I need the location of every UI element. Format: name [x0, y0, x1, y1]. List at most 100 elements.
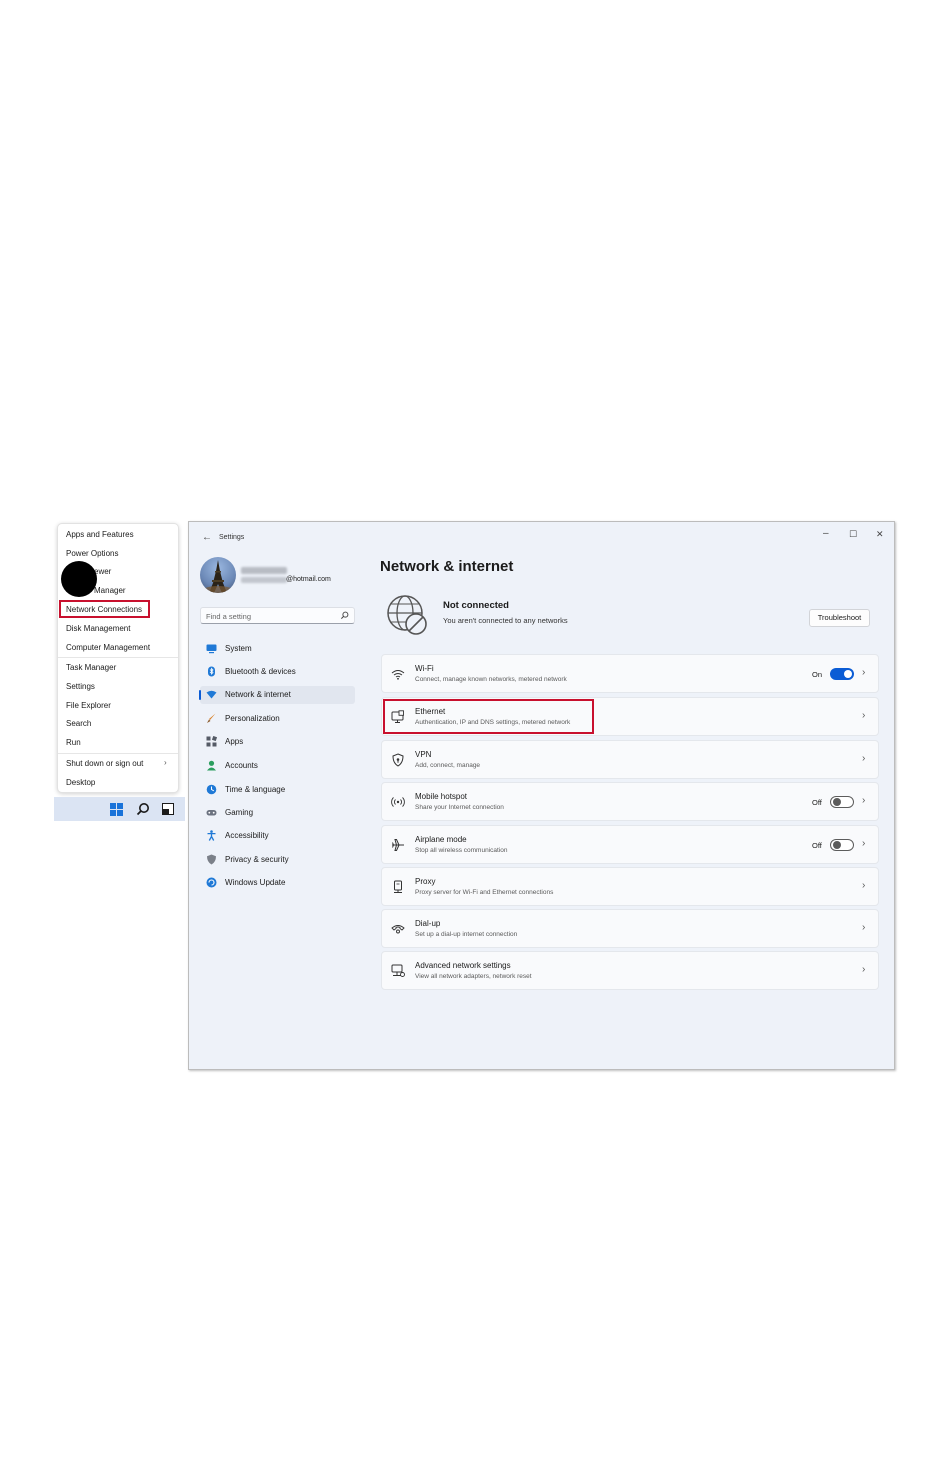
- highlight-box-network-connections: [59, 600, 150, 618]
- vpn-shield-icon: [392, 753, 404, 767]
- nav-label: Time & language: [225, 785, 286, 794]
- apps-icon: [206, 736, 217, 747]
- menu-item-run[interactable]: Run: [66, 737, 81, 749]
- minimize-icon[interactable]: –: [823, 528, 829, 539]
- card-subtitle: Share your Internet connection: [415, 804, 504, 811]
- card-subtitle: Connect, manage known networks, metered …: [415, 676, 567, 683]
- eiffel-tower-photo-icon: [202, 560, 234, 593]
- nav-item-network-internet[interactable]: Network & internet: [199, 686, 355, 704]
- menu-item-power-options[interactable]: Power Options: [66, 548, 118, 560]
- card-dial-up[interactable]: Dial-up Set up a dial-up internet connec…: [381, 909, 879, 948]
- profile-name-redacted: [241, 567, 287, 574]
- nav-item-system[interactable]: System: [200, 640, 355, 658]
- nav-label: Accessibility: [225, 831, 269, 840]
- nav-label: Accounts: [225, 761, 258, 770]
- dialup-icon: [391, 925, 405, 934]
- nav-label: Privacy & security: [225, 855, 289, 864]
- card-mobile-hotspot[interactable]: Mobile hotspot Share your Internet conne…: [381, 782, 879, 821]
- update-icon: [206, 877, 217, 888]
- card-vpn[interactable]: VPN Add, connect, manage ›: [381, 740, 879, 779]
- wifi-toggle[interactable]: [830, 668, 854, 680]
- nav-item-accessibility[interactable]: Accessibility: [200, 827, 355, 845]
- menu-separator: [58, 657, 178, 658]
- mobile-hotspot-toggle[interactable]: [830, 796, 854, 808]
- window-title: Settings: [219, 534, 245, 541]
- menu-item-shut-down-or-sign-out[interactable]: Shut down or sign out: [66, 758, 143, 770]
- nav-item-personalization[interactable]: Personalization: [200, 710, 355, 728]
- back-arrow-icon[interactable]: ←: [202, 532, 212, 543]
- accessibility-icon: [207, 830, 216, 841]
- card-subtitle: Add, connect, manage: [415, 762, 481, 769]
- connection-status-title: Not connected: [443, 600, 509, 611]
- card-subtitle: View all network adapters, network reset: [415, 973, 532, 980]
- find-setting-input[interactable]: Find a setting: [200, 607, 355, 624]
- connection-status-subtitle: You aren't connected to any networks: [443, 616, 568, 625]
- menu-item-computer-management[interactable]: Computer Management: [66, 642, 150, 654]
- bluetooth-icon: [208, 666, 215, 677]
- proxy-icon: [394, 880, 402, 893]
- menu-item-device-manager[interactable]: Manager: [94, 585, 126, 597]
- close-icon[interactable]: ✕: [876, 529, 884, 540]
- card-proxy[interactable]: Proxy Proxy server for Wi-Fi and Etherne…: [381, 867, 879, 906]
- profile-email-domain: @hotmail.com: [286, 576, 331, 583]
- submenu-arrow-icon: ›: [164, 758, 167, 767]
- menu-item-apps-and-features[interactable]: Apps and Features: [66, 529, 134, 541]
- active-indicator: [199, 690, 201, 700]
- menu-item-desktop[interactable]: Desktop: [66, 777, 95, 789]
- nav-label: Personalization: [225, 714, 280, 723]
- toggle-knob: [844, 670, 852, 678]
- menu-item-task-manager[interactable]: Task Manager: [66, 662, 116, 674]
- card-wifi[interactable]: Wi-Fi Connect, manage known networks, me…: [381, 654, 879, 693]
- nav-item-windows-update[interactable]: Windows Update: [200, 874, 355, 892]
- chevron-right-icon: ›: [862, 667, 866, 678]
- nav-label: System: [225, 644, 252, 653]
- menu-item-disk-management[interactable]: Disk Management: [66, 623, 130, 635]
- card-airplane-mode[interactable]: Airplane mode Stop all wireless communic…: [381, 825, 879, 864]
- globe-disconnected-icon: [387, 595, 427, 635]
- menu-item-file-explorer[interactable]: File Explorer: [66, 700, 111, 712]
- toggle-state-label: Off: [812, 798, 822, 807]
- card-title: Proxy: [415, 877, 436, 886]
- clock-globe-icon: [206, 784, 217, 795]
- highlight-box-ethernet: [383, 699, 594, 734]
- airplane-mode-toggle[interactable]: [830, 839, 854, 851]
- search-icon[interactable]: [136, 802, 150, 816]
- card-title: Advanced network settings: [415, 961, 511, 970]
- monitor-icon: [206, 644, 217, 654]
- advanced-network-icon: [391, 964, 405, 977]
- nav-label: Network & internet: [225, 690, 291, 699]
- airplane-icon: [392, 839, 404, 851]
- troubleshoot-button[interactable]: Troubleshoot: [809, 609, 870, 627]
- card-title: Airplane mode: [415, 835, 467, 844]
- nav-label: Bluetooth & devices: [225, 667, 296, 676]
- windows-start-icon[interactable]: [110, 803, 123, 816]
- nav-item-time-language[interactable]: Time & language: [200, 781, 355, 799]
- card-title: Wi-Fi: [415, 664, 434, 673]
- nav-item-accounts[interactable]: Accounts: [200, 757, 355, 775]
- menu-item-search[interactable]: Search: [66, 718, 91, 730]
- chevron-right-icon: ›: [862, 795, 866, 806]
- shield-icon: [207, 854, 216, 865]
- chevron-right-icon: ›: [862, 922, 866, 933]
- menu-separator: [58, 753, 178, 754]
- find-setting-placeholder: Find a setting: [206, 612, 252, 621]
- wifi-icon: [391, 670, 405, 680]
- brush-icon: [207, 713, 216, 723]
- toggle-state-label: On: [812, 670, 823, 679]
- chevron-right-icon: ›: [862, 753, 866, 764]
- maximize-icon[interactable]: ☐: [849, 529, 857, 540]
- nav-item-gaming[interactable]: Gaming: [200, 804, 355, 822]
- menu-item-settings[interactable]: Settings: [66, 681, 95, 693]
- nav-item-privacy-security[interactable]: Privacy & security: [200, 851, 355, 869]
- person-icon: [207, 760, 216, 771]
- nav-item-bluetooth-devices[interactable]: Bluetooth & devices: [200, 663, 355, 681]
- settings-window: ← Settings – ☐ ✕ @hotmail.com Find a set…: [188, 521, 895, 1070]
- search-icon: [340, 611, 349, 620]
- task-view-icon[interactable]: [162, 803, 174, 815]
- toggle-knob: [833, 841, 841, 849]
- toggle-knob: [833, 798, 841, 806]
- hotspot-icon: [391, 797, 405, 807]
- card-advanced-network-settings[interactable]: Advanced network settings View all netwo…: [381, 951, 879, 990]
- nav-item-apps[interactable]: Apps: [200, 733, 355, 751]
- chevron-right-icon: ›: [862, 964, 866, 975]
